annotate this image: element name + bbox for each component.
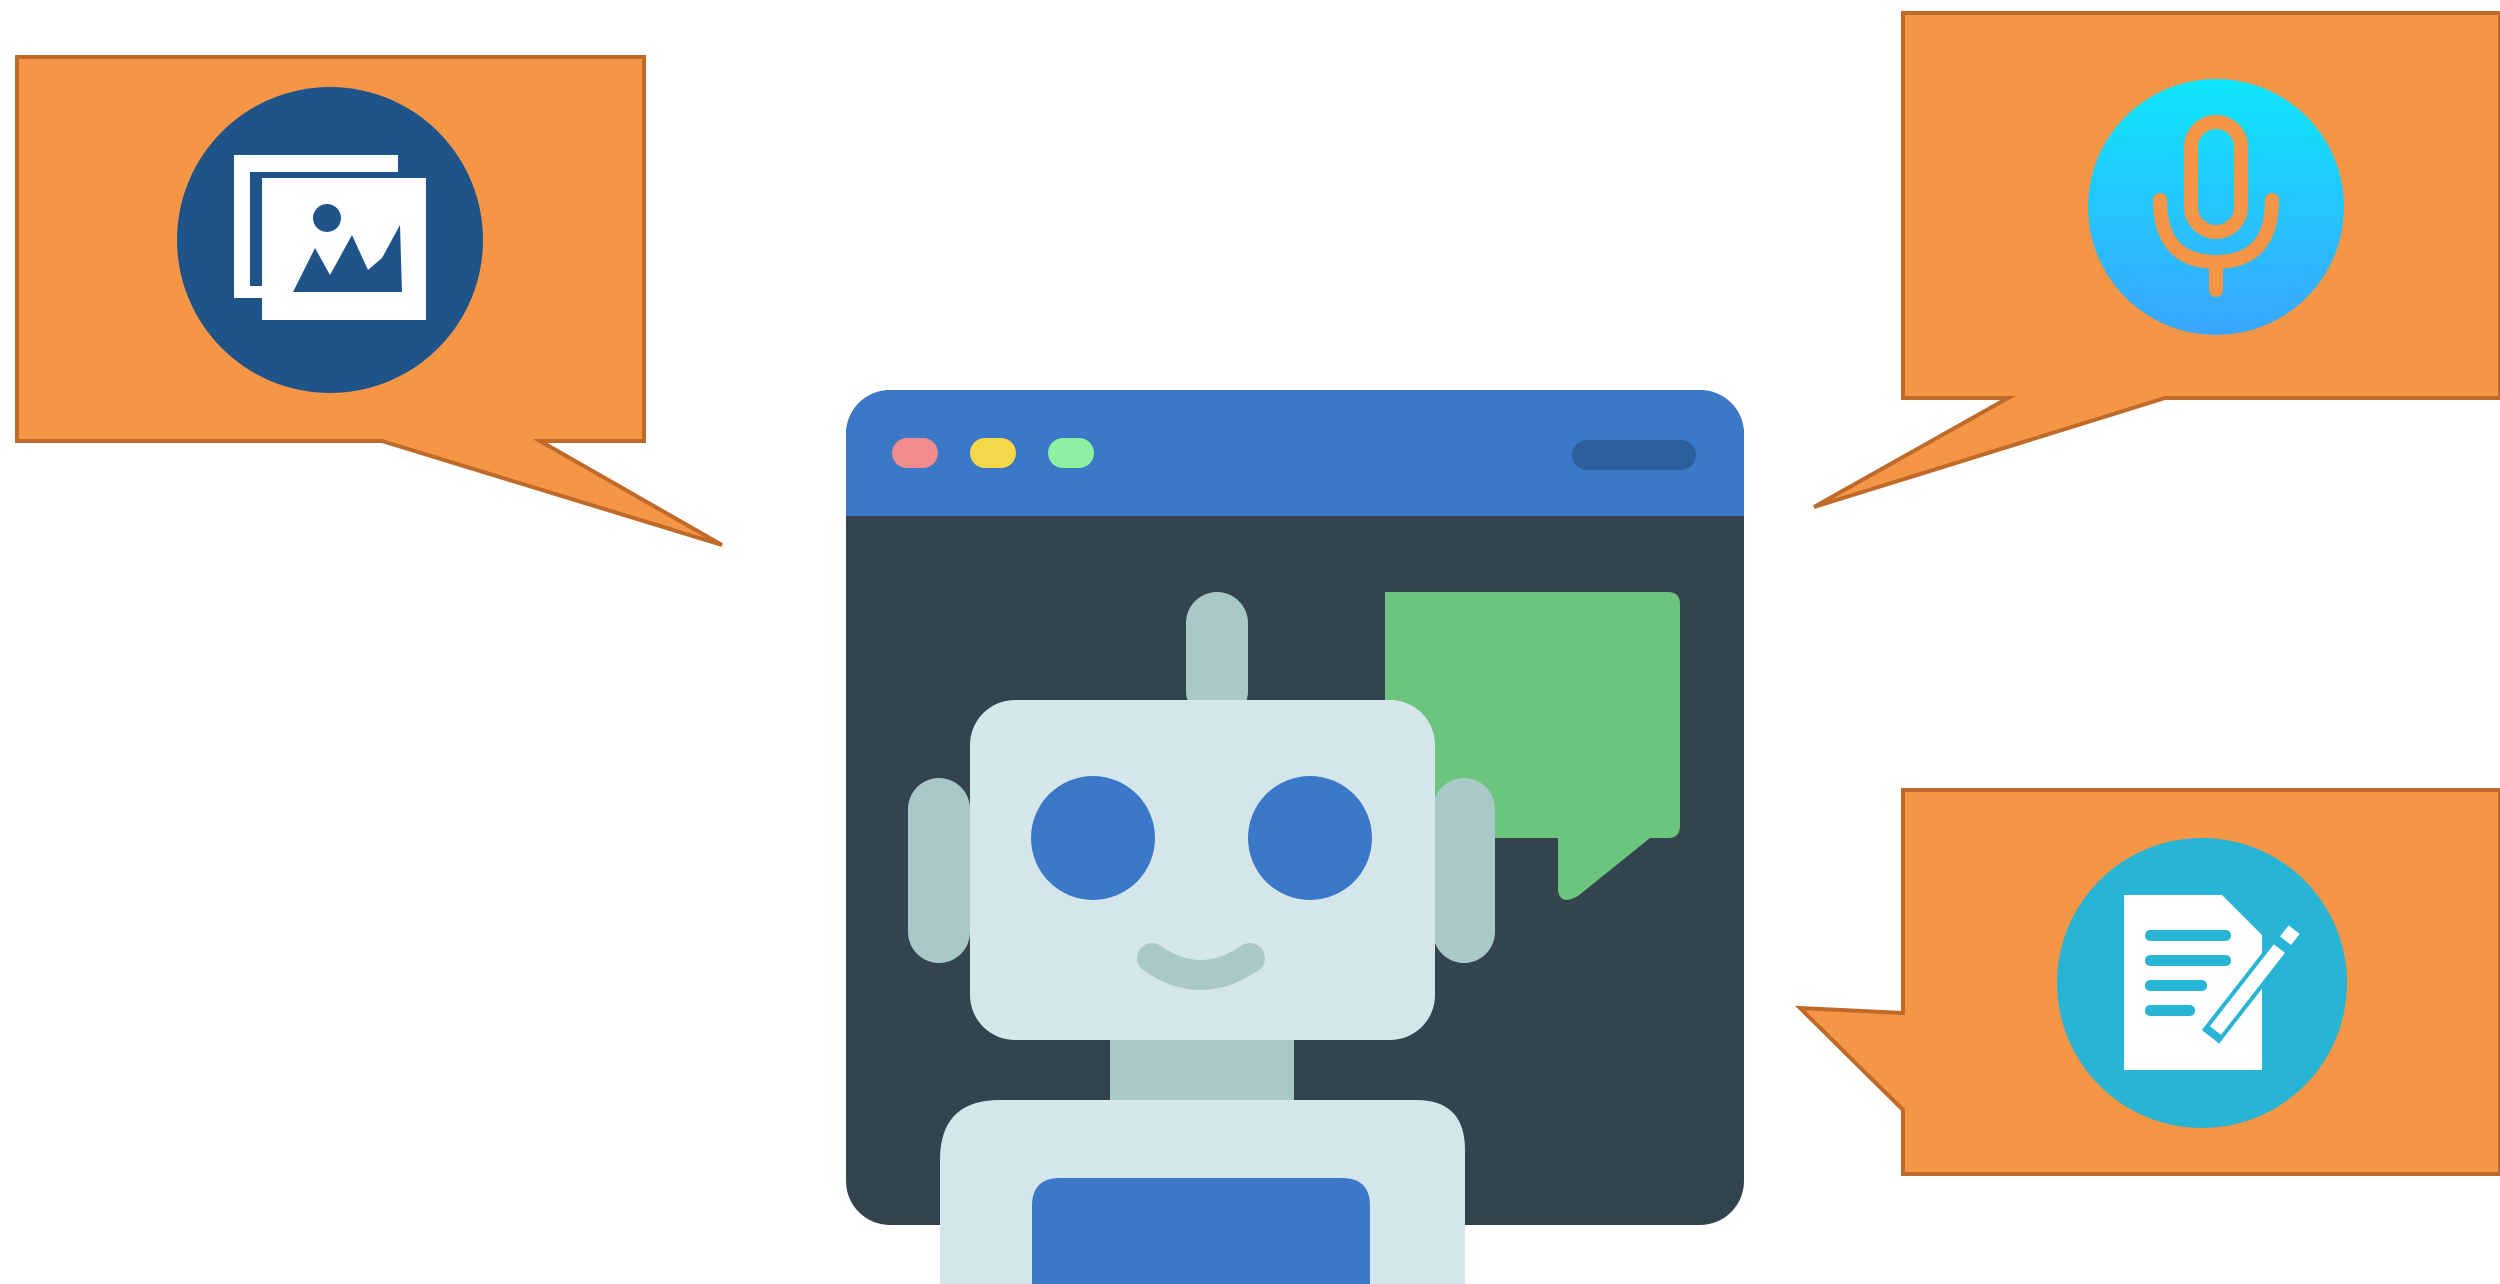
robot-chest-panel (1032, 1178, 1370, 1284)
robot-smile (1137, 943, 1265, 990)
image-gallery-icon (177, 87, 483, 393)
text-callout (1794, 788, 2500, 1176)
robot-ear-left (908, 778, 970, 963)
robot-eye-right (1248, 776, 1372, 900)
audio-callout (1813, 11, 2500, 509)
microphone-icon (2088, 79, 2344, 335)
image-callout (15, 55, 723, 547)
window-search-pill (1572, 440, 1696, 470)
window-dot-red (892, 438, 938, 468)
robot-eye-left (1031, 776, 1155, 900)
window-dot-yellow (970, 438, 1016, 468)
chatbot-modalities-illustration (15, 11, 2500, 1284)
robot-ear-right (1433, 778, 1495, 963)
document-edit-icon (2057, 838, 2347, 1128)
chatbot-robot-icon (846, 390, 1744, 1284)
window-dot-green (1048, 438, 1094, 468)
